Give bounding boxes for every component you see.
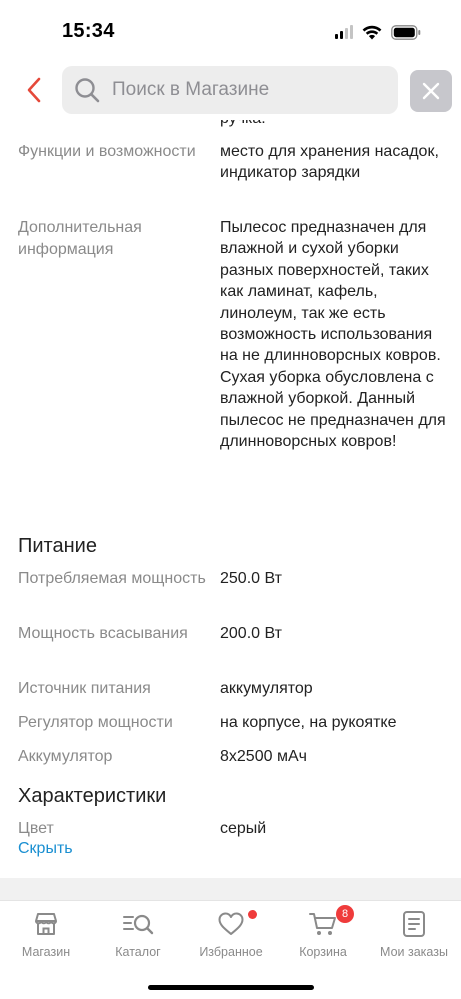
status-icons bbox=[335, 22, 421, 42]
home-indicator[interactable] bbox=[148, 985, 314, 990]
tab-catalog[interactable]: Каталог bbox=[108, 907, 168, 969]
spec-value-functions: место для хранения насадок, индикатор за… bbox=[220, 143, 439, 182]
chevron-left-icon bbox=[27, 77, 41, 103]
spec-label-consumption: Потребляемая мощность bbox=[18, 570, 206, 587]
catalog-search-icon bbox=[122, 907, 154, 941]
status-time: 15:34 bbox=[62, 20, 115, 42]
spec-content: ручка. Функции и возможности место для х… bbox=[0, 110, 461, 900]
spec-value-regulator: на корпусе, на рукоятке bbox=[220, 714, 397, 731]
spec-label-functions: Функции и возможности bbox=[18, 143, 196, 160]
battery-icon bbox=[391, 24, 421, 40]
tab-store[interactable]: Магазин bbox=[16, 907, 76, 969]
cart-badge: 8 bbox=[336, 905, 354, 923]
spec-label-battery: Аккумулятор bbox=[18, 748, 113, 765]
store-icon bbox=[32, 907, 60, 941]
tab-cart[interactable]: 8 Корзина bbox=[294, 905, 354, 969]
spec-label-suction: Мощность всасывания bbox=[18, 625, 188, 642]
tab-label-favorites: Избранное bbox=[199, 945, 263, 959]
spec-label-color: Цвет bbox=[18, 820, 54, 837]
search-box[interactable] bbox=[62, 66, 398, 114]
tab-orders[interactable]: Мои заказы bbox=[376, 907, 452, 969]
spec-value-extra: Пылесос предназначен для влажной и сухой… bbox=[220, 219, 446, 451]
spec-value-suction: 200.0 Вт bbox=[220, 625, 282, 642]
close-icon bbox=[422, 82, 440, 100]
heart-icon bbox=[217, 907, 257, 941]
search-input[interactable] bbox=[112, 79, 372, 101]
tab-label-cart: Корзина bbox=[299, 945, 347, 959]
spec-value-battery: 8x2500 мАч bbox=[220, 748, 307, 765]
spec-value-color: серый bbox=[220, 820, 267, 837]
spec-value-source: аккумулятор bbox=[220, 680, 313, 697]
section-divider bbox=[0, 878, 461, 900]
spec-label-extra: Дополнительная информация bbox=[18, 219, 142, 258]
tab-label-orders: Мои заказы bbox=[380, 945, 448, 959]
section-title-characteristics: Характеристики bbox=[18, 785, 167, 807]
section-title-power: Питание bbox=[18, 535, 97, 557]
favorites-badge-dot bbox=[248, 910, 257, 919]
spec-label-regulator: Регулятор мощности bbox=[18, 714, 173, 731]
spec-value-consumption: 250.0 Вт bbox=[220, 570, 282, 587]
wifi-icon bbox=[362, 25, 382, 40]
header bbox=[0, 60, 461, 120]
hide-link[interactable]: Скрыть bbox=[18, 840, 73, 858]
spec-label-source: Источник питания bbox=[18, 680, 151, 697]
cellular-signal-icon bbox=[335, 25, 353, 39]
tab-label-catalog: Каталог bbox=[115, 945, 161, 959]
clear-search-button[interactable] bbox=[410, 70, 452, 112]
cart-icon: 8 bbox=[308, 905, 354, 941]
tab-label-store: Магазин bbox=[21, 945, 71, 959]
tab-favorites[interactable]: Избранное bbox=[196, 907, 266, 969]
orders-icon bbox=[401, 907, 427, 941]
search-icon bbox=[74, 77, 100, 103]
status-bar: 15:34 bbox=[0, 0, 461, 60]
back-button[interactable] bbox=[14, 72, 54, 108]
